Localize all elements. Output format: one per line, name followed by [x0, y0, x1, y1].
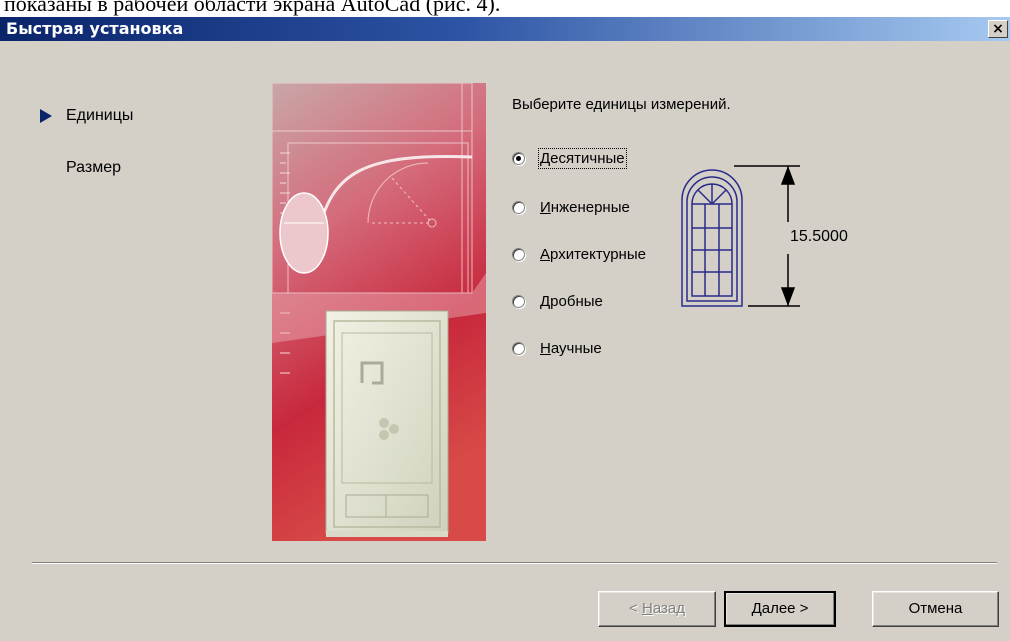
radio-label: Научные — [540, 340, 602, 357]
window-title: Быстрая установка — [6, 19, 184, 38]
close-button[interactable]: × — [988, 20, 1008, 38]
units-prompt: Выберите единицы измерений. — [512, 96, 731, 113]
wizard-illustration — [272, 83, 486, 541]
quick-setup-dialog: Быстрая установка × Единицы Размер Выбер… — [0, 17, 1010, 641]
radio-button[interactable] — [512, 295, 525, 308]
radio-button[interactable] — [512, 152, 525, 165]
sample-dimension-label: 15.5000 — [790, 228, 848, 245]
back-button[interactable]: < Назад — [598, 591, 716, 627]
radio-label: Инженерные — [540, 199, 630, 216]
radio-label: Архитектурные — [540, 246, 646, 263]
radio-button[interactable] — [512, 342, 525, 355]
sample-window-icon — [681, 165, 800, 307]
current-step-arrow-icon — [40, 109, 52, 123]
radio-label: Десятичные — [538, 148, 627, 169]
document-text-fragment: показаны в рабочей области экрана AutoCa… — [4, 0, 501, 16]
radio-label: Дробные — [540, 293, 603, 310]
cancel-button[interactable]: Отмена — [872, 591, 999, 627]
radio-button[interactable] — [512, 248, 525, 261]
radio-button[interactable] — [512, 201, 525, 214]
next-button[interactable]: Далее > — [724, 591, 836, 627]
title-bar[interactable]: Быстрая установка × — [0, 17, 1010, 41]
close-icon: × — [992, 21, 1004, 37]
separator — [32, 562, 997, 564]
step-label: Размер — [66, 159, 121, 176]
step-label: Единицы — [66, 107, 134, 124]
